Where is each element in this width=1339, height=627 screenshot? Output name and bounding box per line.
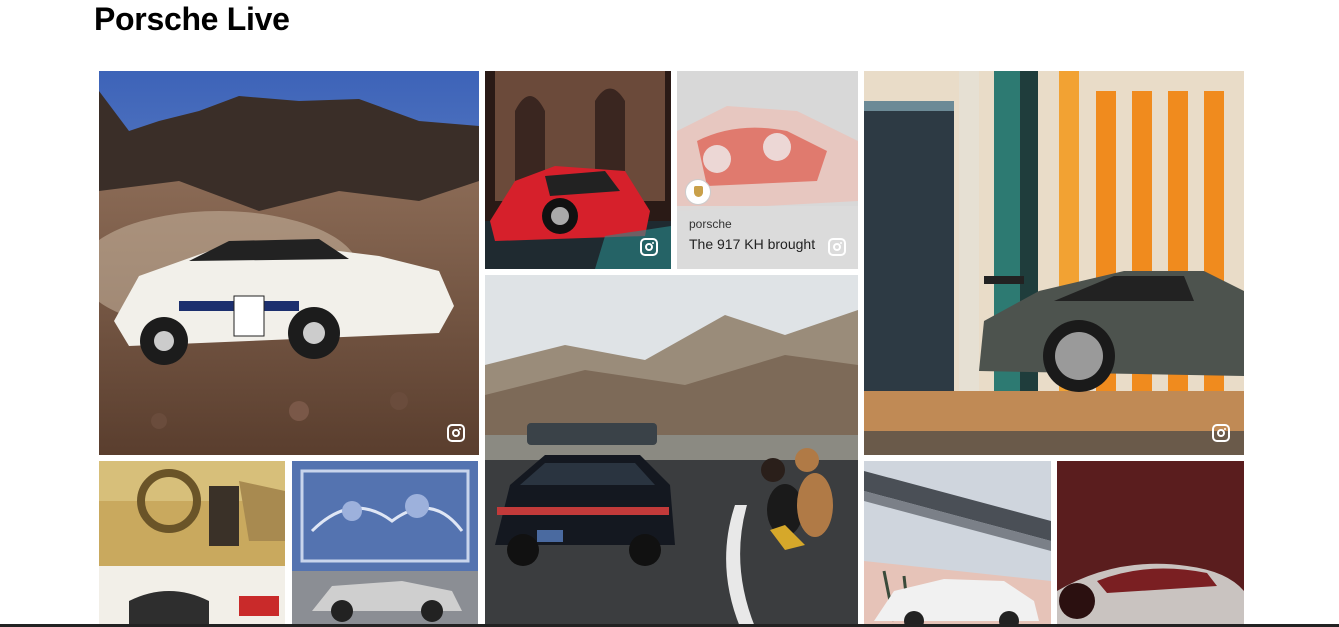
section-title: Porsche Live xyxy=(94,1,290,37)
post-turbo-tiles[interactable] xyxy=(292,461,478,627)
account-name: porsche xyxy=(689,217,732,231)
porsche-crest-icon xyxy=(694,186,703,197)
post-rally-959[interactable] xyxy=(99,71,479,455)
rally-car-image xyxy=(99,71,479,455)
post-911-dog-mountains[interactable] xyxy=(485,275,858,627)
instagram-icon xyxy=(640,238,658,256)
instagram-icon xyxy=(447,424,465,442)
account-avatar[interactable] xyxy=(685,179,711,205)
instagram-icon xyxy=(1212,424,1230,442)
post-caption: The 917 KH brought xyxy=(689,236,816,252)
illustration-image xyxy=(1057,461,1244,627)
dog-car-image xyxy=(485,275,858,627)
post-red-cayman-castle[interactable] xyxy=(485,71,671,269)
tiles-car-image xyxy=(292,461,478,627)
post-interior[interactable] xyxy=(99,461,285,627)
bridge-car-image xyxy=(864,461,1051,627)
interior-image xyxy=(99,461,285,627)
post-917-kh[interactable]: porsche The 917 KH brought xyxy=(677,71,858,269)
post-red-illustration[interactable] xyxy=(1057,461,1244,627)
post-gt2rs-stripes[interactable] xyxy=(864,71,1244,455)
instagram-icon xyxy=(828,238,846,256)
post-taycan-bridge[interactable] xyxy=(864,461,1051,627)
stripes-car-image xyxy=(864,71,1244,455)
